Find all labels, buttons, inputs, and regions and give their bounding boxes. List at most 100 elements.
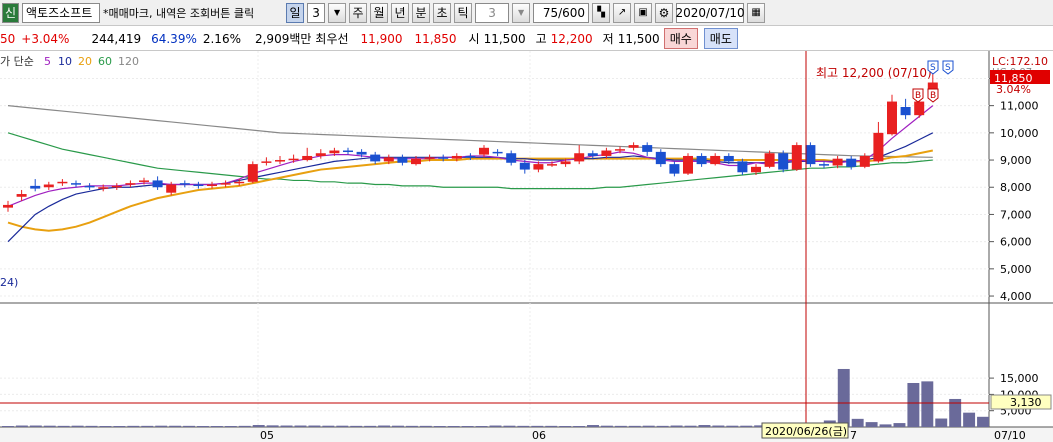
volume-bar — [865, 422, 878, 427]
price-tick-label: 9,000 — [1000, 154, 1032, 167]
volume-bar — [336, 425, 349, 427]
volume-bar — [503, 425, 516, 427]
candle-body — [737, 161, 748, 173]
period-tick-button[interactable]: 틱 — [454, 2, 473, 23]
candle-body — [832, 158, 843, 166]
period-second-button[interactable]: 초 — [433, 2, 452, 23]
gear-icon[interactable]: ⚙ — [655, 2, 674, 23]
volume-bar — [851, 418, 864, 427]
candle-body — [887, 101, 897, 135]
date-field[interactable]: 2020/07/10 — [675, 2, 745, 23]
legend-ma10: 10 — [58, 55, 72, 68]
candle-body — [193, 184, 204, 187]
volume-bar — [210, 426, 223, 427]
volume-bar — [726, 425, 739, 427]
candle-body — [791, 145, 802, 170]
period-dropdown-icon[interactable]: ▼ — [328, 2, 347, 23]
volume-bar — [155, 425, 168, 427]
change-value: 50 — [0, 31, 16, 46]
candle-body — [71, 183, 81, 185]
candle-body — [533, 164, 544, 170]
legend-ma20: 20 — [78, 55, 92, 68]
x-partial-label: 7 — [850, 429, 857, 442]
bar-count-field[interactable]: 75/600 — [533, 2, 590, 23]
candle-body — [669, 164, 680, 174]
indicator-icon[interactable]: ↗ — [613, 2, 632, 23]
tick-dropdown-icon[interactable]: ▼ — [512, 2, 531, 23]
candle-body — [139, 180, 149, 182]
candle-body — [57, 181, 68, 184]
volume-bar — [461, 426, 474, 427]
price-tick-label: 5,000 — [1000, 263, 1032, 276]
volume-bar — [475, 426, 488, 427]
chart-settings-icon[interactable]: ▚ — [592, 2, 611, 23]
candle-body — [234, 181, 245, 184]
period-num-field[interactable]: 3 — [307, 2, 326, 23]
info-bar: 50 +3.04% 244,419 64.39% 2.16% 2,909백만 최… — [0, 27, 1053, 51]
candle-body — [764, 153, 775, 167]
calendar-icon[interactable]: ▦ — [747, 2, 766, 23]
volume-bar — [183, 425, 196, 427]
candle-body — [111, 185, 122, 188]
volume-bar — [113, 426, 126, 427]
left-stub-label: 24) — [0, 276, 18, 289]
volume-bar — [559, 426, 572, 427]
volume-bar — [15, 425, 28, 427]
candle-body — [805, 145, 816, 165]
legend-ma5: 5 — [44, 55, 51, 68]
volume-bar — [489, 425, 502, 427]
candle-body — [30, 185, 41, 189]
period-week-button[interactable]: 주 — [349, 2, 368, 23]
volume-bar — [712, 425, 725, 427]
volume-bar — [99, 426, 112, 427]
volume-bar — [197, 426, 209, 427]
save-icon[interactable]: ▣ — [634, 2, 653, 23]
price-tick-label: 8,000 — [1000, 181, 1032, 194]
period-minute-button[interactable]: 분 — [412, 2, 431, 23]
volume-bar — [224, 426, 237, 427]
tick-count-field[interactable]: 3 — [475, 2, 510, 23]
stock-chart[interactable]: 12,00011,00010,0009,0008,0007,0006,0005,… — [0, 51, 1053, 442]
volume-bar — [531, 425, 544, 427]
stock-name-field[interactable]: 액토즈소프트 — [22, 2, 101, 23]
bottom-date: 07/10 — [994, 429, 1026, 442]
bid-price: 11,850 — [414, 31, 457, 46]
candle-body — [560, 161, 571, 165]
volume-bar — [280, 425, 293, 427]
volume-bar — [405, 425, 418, 427]
candle-body — [683, 155, 693, 174]
volume-value: 244,419 — [91, 31, 142, 46]
period-month-button[interactable]: 월 — [370, 2, 389, 23]
candle-body — [723, 155, 734, 162]
signal-s-label-2: S — [945, 63, 951, 73]
volume-bar — [71, 425, 84, 427]
candle-body — [43, 184, 54, 188]
signal-s-label-1: S — [930, 63, 936, 73]
volume-bar — [127, 425, 140, 427]
candle-body — [207, 184, 217, 187]
price-tick-label: 11,000 — [1000, 100, 1039, 113]
candle-body — [397, 157, 408, 163]
volume-bar — [141, 425, 154, 427]
volume-bar — [879, 424, 892, 427]
candle-body — [778, 153, 789, 170]
volume-bar — [238, 425, 251, 427]
period-day-button[interactable]: 일 — [286, 2, 305, 23]
candle-body — [383, 157, 394, 162]
volume-ratio: 64.39% — [151, 31, 197, 46]
sell-button[interactable]: 매도 — [703, 28, 738, 49]
candle-body — [343, 150, 353, 153]
period-year-button[interactable]: 년 — [391, 2, 410, 23]
candle-body — [220, 183, 231, 185]
candle-body — [84, 185, 95, 188]
buy-button[interactable]: 매수 — [663, 28, 698, 49]
candle-body — [492, 151, 503, 154]
candle-body — [751, 166, 761, 173]
candle-body — [628, 145, 639, 148]
candle-body — [424, 157, 435, 159]
volume-bar — [85, 425, 98, 427]
volume-bar — [614, 425, 627, 427]
volume-bar — [57, 425, 70, 427]
stock-code-icon[interactable]: 신 — [2, 2, 20, 23]
turnover-value: 2.16% — [202, 31, 241, 46]
